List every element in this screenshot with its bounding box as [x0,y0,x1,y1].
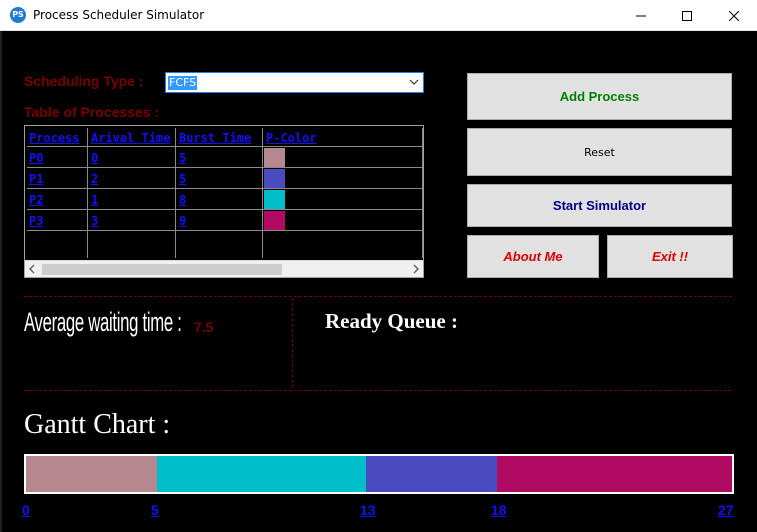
color-swatch[interactable] [264,211,285,230]
table-cell-arrival[interactable]: 0 [91,151,98,165]
chevron-left-icon[interactable] [28,264,36,274]
gantt-segment-p2 [157,456,366,492]
table-cell-burst[interactable]: 9 [179,214,186,228]
window-title: Process Scheduler Simulator [33,8,205,22]
chevron-down-icon [409,79,419,85]
gantt-segment-p1 [366,456,497,492]
table-cell-process[interactable]: P3 [29,214,43,228]
table-cell-arrival[interactable]: 3 [91,214,98,228]
gantt-tick-label[interactable]: 13 [360,502,376,518]
close-button[interactable] [711,0,757,31]
app-icon: PS [10,7,26,23]
table-cell-process[interactable]: P1 [29,172,43,186]
chevron-right-icon[interactable] [412,264,420,274]
column-header-burst[interactable]: Burst Time [179,131,251,145]
grid-divider [87,128,88,258]
table-cell-arrival[interactable]: 2 [91,172,98,186]
gantt-tick-label[interactable]: 5 [151,502,159,518]
grid-divider [27,167,423,168]
divider [24,390,732,391]
window-border [0,31,2,532]
color-swatch[interactable] [264,190,285,209]
gantt-segment-p3 [497,456,732,492]
gantt-chart [24,454,734,494]
maximize-button[interactable] [664,0,710,31]
process-grid: Process Arival Time Burst Time P-Color P… [27,128,423,258]
maximize-icon [682,10,692,21]
title-bar: PS Process Scheduler Simulator [0,0,757,31]
table-cell-burst[interactable]: 5 [179,151,186,165]
grid-divider [422,128,423,258]
scheduling-type-value: FCFS [168,76,198,90]
scheduling-type-select[interactable]: FCFS [165,72,424,93]
table-label: Table of Processes : [24,104,160,120]
exit-button[interactable]: Exit !! [607,235,733,278]
grid-divider [175,128,176,258]
ready-queue-label: Ready Queue : [325,309,458,333]
start-simulator-button[interactable]: Start Simulator [467,184,732,227]
gantt-tick-label[interactable]: 27 [718,502,734,518]
grid-divider [262,128,263,258]
grid-divider [27,209,423,210]
gantt-chart-label: Gantt Chart : [24,409,171,440]
divider [24,296,732,297]
color-swatch[interactable] [264,169,285,188]
scrollbar-thumb[interactable] [42,264,282,275]
reset-button[interactable]: Reset [467,128,732,176]
table-cell-burst[interactable]: 5 [179,172,186,186]
table-cell-process[interactable]: P0 [29,151,43,165]
table-cell-burst[interactable]: 8 [179,193,186,207]
table-cell-arrival[interactable]: 1 [91,193,98,207]
column-header-color[interactable]: P-Color [266,131,317,145]
minimize-icon [636,15,646,16]
add-process-button[interactable]: Add Process [467,73,732,120]
horizontal-scrollbar[interactable] [25,260,423,277]
color-swatch[interactable] [264,148,285,167]
process-table[interactable]: Process Arival Time Burst Time P-Color P… [24,125,424,278]
grid-divider [27,146,423,147]
gantt-segment-p0 [26,456,157,492]
grid-divider [27,230,423,231]
gantt-tick-label[interactable]: 0 [22,502,30,518]
gantt-tick-label[interactable]: 18 [491,502,507,518]
average-waiting-time-label: Average waiting time : [24,307,182,337]
divider [292,298,293,388]
close-icon [729,10,739,21]
column-header-arrival[interactable]: Arival Time [91,131,170,145]
scheduling-type-label: Scheduling Type : [24,73,144,89]
average-waiting-time-value: 7.5 [194,319,214,335]
about-me-button[interactable]: About Me [467,235,599,278]
table-cell-process[interactable]: P2 [29,193,43,207]
minimize-button[interactable] [618,0,664,31]
grid-divider [27,188,423,189]
column-header-process[interactable]: Process [29,131,80,145]
